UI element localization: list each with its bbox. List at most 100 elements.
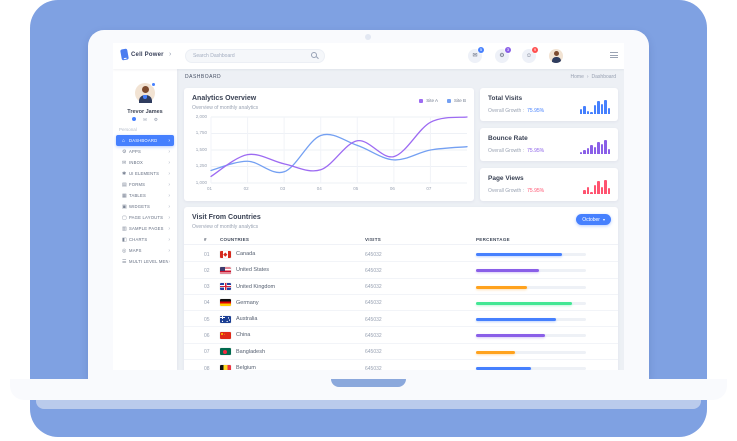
progress-track [476, 367, 586, 370]
visits-value: 645032 [365, 300, 382, 306]
menu-section-label: Personal [119, 127, 137, 132]
month-filter-label: October [582, 217, 600, 223]
progress-track [476, 351, 586, 354]
bar [590, 192, 593, 194]
settings-icon[interactable]: ⚙ [154, 117, 158, 123]
breadcrumb-current[interactable]: Dashboard [592, 74, 616, 80]
sidebar-item-dashboard[interactable]: ⌂DASHBOARD› [116, 135, 174, 146]
mail-icon-glyph: ✉ [472, 53, 477, 59]
bar [601, 187, 604, 194]
sidebar-item-multi-level-menu[interactable]: ☰MULTI LEVEL MENU› [116, 256, 174, 267]
growth-label: Overall Growth :75.95% [488, 108, 544, 114]
growth-value: 75.95% [527, 108, 544, 114]
countries-card: Visit From Countries Overview of monthly… [184, 207, 618, 370]
y-axis-tick: 1,250 [184, 163, 207, 168]
sidebar-item-page-layouts[interactable]: ▢PAGE LAYOUTS› [116, 212, 174, 223]
menu-icon[interactable] [610, 52, 618, 60]
tables-icon: ▦ [122, 193, 129, 199]
progress-fill [476, 351, 515, 354]
analytics-card: Analytics Overview Overview of monthly a… [184, 88, 474, 201]
bar [590, 145, 593, 154]
search-bar [185, 49, 325, 63]
visits-value: 645032 [365, 317, 382, 323]
sidebar-item-sample-pages[interactable]: ▥SAMPLE PAGES› [116, 223, 174, 234]
brand-name: Cell Power [131, 52, 164, 58]
sidebar-item-forms[interactable]: ▤FORMS› [116, 179, 174, 190]
sidebar-item-inbox[interactable]: ✉INBOX› [116, 157, 174, 168]
column-header: PERCENTAGE [476, 237, 510, 242]
sidebar-collapse-icon[interactable]: › [169, 50, 171, 60]
sidebar-item-label: FORMS [129, 182, 168, 187]
search-icon[interactable] [311, 52, 319, 60]
sidebar-item-label: DASHBOARD [129, 138, 168, 143]
visits-value: 645032 [365, 284, 382, 290]
cn-flag-icon [220, 332, 231, 339]
status-icon[interactable] [132, 117, 136, 121]
chevron-right-icon: › [168, 226, 170, 232]
table-row: 05Australia645032 [184, 311, 618, 327]
chart-legend: Site ASite B [419, 98, 466, 103]
mail-icon[interactable]: ✉ [143, 117, 147, 123]
table-header: #COUNTRIESVISITSPERCENTAGE [184, 235, 618, 245]
avatar-figure [142, 86, 149, 93]
sidebar-item-charts[interactable]: ◧CHARTS› [116, 234, 174, 245]
breadcrumb: DASHBOARD Home Dashboard [177, 69, 624, 85]
settings-icon-glyph: ⚙ [499, 53, 504, 59]
progress-track [476, 269, 586, 272]
user-avatar[interactable] [549, 49, 563, 63]
brand[interactable]: Cell Power [121, 49, 164, 60]
maps-icon: ◎ [122, 248, 129, 254]
growth-label: Overall Growth :75.95% [488, 188, 544, 194]
row-number: 04 [204, 300, 210, 306]
country-name: Australia [236, 316, 257, 322]
phone-logo-icon [120, 48, 129, 60]
table-row: 04 Germany 645032 [184, 295, 618, 311]
bar [597, 101, 600, 114]
bar [608, 149, 611, 154]
sidebar-item-maps[interactable]: ◎MAPS› [116, 245, 174, 256]
sidebar-item-label: MAPS [129, 248, 168, 253]
sidebar-item-label: PAGE LAYOUTS [129, 215, 168, 220]
analytics-line-chart [210, 116, 468, 184]
analytics-subtitle: Overview of monthly analytics [192, 105, 258, 111]
chevron-right-icon: › [168, 193, 170, 199]
sparkline-bar-chart [580, 138, 611, 154]
chevron-right-icon: › [168, 204, 170, 210]
sidebar-item-ui-elements[interactable]: ✱UI ELEMENTS› [116, 168, 174, 179]
sidebar-item-tables[interactable]: ▦TABLES› [116, 190, 174, 201]
chevron-right-icon: › [168, 182, 170, 188]
mail-icon[interactable]: ✉5 [468, 49, 482, 63]
table-body: 01Canada64503202United States64503203Uni… [184, 246, 618, 370]
chevron-right-icon: › [168, 248, 170, 254]
search-input[interactable] [186, 53, 311, 59]
sidebar-item-label: TABLES [129, 193, 168, 198]
month-filter-button[interactable]: October [576, 214, 611, 225]
x-axis-tick: 01 [207, 186, 212, 191]
row-number: 07 [204, 349, 210, 355]
chevron-right-icon: › [168, 215, 170, 221]
sidebar-item-apps[interactable]: ⚙APPS› [116, 146, 174, 157]
bounce-rate-title: Bounce Rate [488, 135, 528, 142]
notification-badge: 3 [505, 47, 511, 53]
settings-icon[interactable]: ⚙3 [495, 49, 509, 63]
bar [587, 187, 590, 194]
topbar-icon-group: ✉5 ⚙3 ☺9 [468, 49, 536, 63]
sidebar-avatar[interactable] [135, 83, 155, 103]
total-visits-title: Total Visits [488, 95, 522, 102]
bar [608, 108, 611, 114]
avatar-figure [554, 51, 559, 56]
user-notification-icon[interactable]: ☺9 [522, 49, 536, 63]
bar [590, 112, 593, 114]
table-row: 03United Kingdom645032 [184, 279, 618, 295]
layouts-icon: ▢ [122, 215, 129, 221]
bar [608, 188, 611, 194]
country-name: Germany [236, 300, 259, 306]
row-number: 01 [204, 252, 210, 258]
breadcrumb-home[interactable]: Home [571, 74, 584, 80]
sidebar-item-widgets[interactable]: ▣WIDGETS› [116, 201, 174, 212]
avatar-figure-body [552, 57, 561, 63]
topbar: Cell Power › ✉5 ⚙3 ☺9 [113, 43, 624, 69]
table-row: 07Bangladesh645032 [184, 344, 618, 360]
sidebar-item-label: CHARTS [129, 237, 168, 242]
bar [597, 181, 600, 194]
